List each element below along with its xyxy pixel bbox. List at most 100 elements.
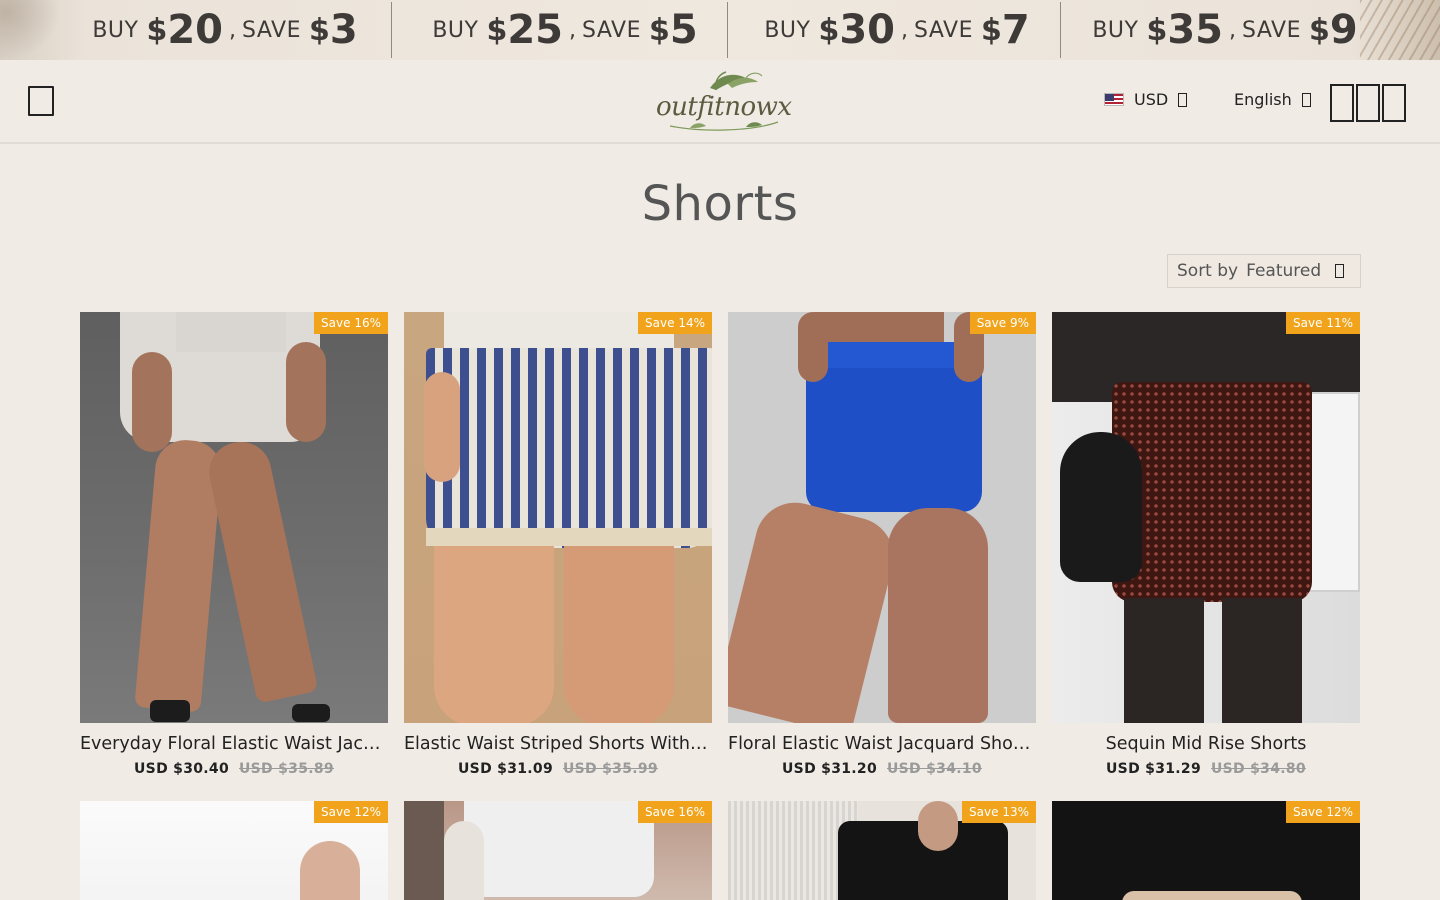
promo-currency: $ xyxy=(818,12,840,48)
leg-shape xyxy=(1222,598,1302,723)
product-image[interactable]: Save 11% xyxy=(1052,312,1360,723)
promo-save-amount: 3 xyxy=(329,7,358,53)
waistband-shape xyxy=(176,312,286,352)
promo-buy-text: BUY xyxy=(1092,17,1139,43)
shoe-shape xyxy=(292,704,330,722)
product-image[interactable]: Save 13% xyxy=(728,801,1036,900)
header-actions xyxy=(1330,84,1406,122)
sale-price: USD $31.29 xyxy=(1106,761,1201,777)
arm-shape xyxy=(300,841,360,900)
product-image[interactable]: Save 16% xyxy=(80,312,388,723)
banner-decoration xyxy=(0,0,60,60)
promo-save-text: SAVE xyxy=(242,17,301,43)
product-card[interactable]: Save 12% xyxy=(80,801,388,900)
promo-currency: $ xyxy=(1146,12,1168,48)
promo-offer-4: BUY $ 35 , SAVE $ 9 xyxy=(1072,0,1378,60)
chevron-down-icon xyxy=(1335,264,1345,278)
leg-shape xyxy=(434,546,554,723)
product-image[interactable]: Save 14% xyxy=(404,312,712,723)
product-card[interactable]: Save 14% Elastic Waist Striped Shorts Wi… xyxy=(404,312,712,777)
leg-shape xyxy=(888,508,988,723)
product-price: USD $31.29 USD $34.80 xyxy=(1052,761,1360,777)
promo-divider xyxy=(391,2,392,58)
original-price: USD $34.10 xyxy=(887,761,982,777)
language-label: English xyxy=(1234,90,1292,109)
product-title[interactable]: Elastic Waist Striped Shorts With Pocket… xyxy=(404,734,712,754)
arm-shape xyxy=(424,372,460,482)
product-card[interactable]: Save 9% Floral Elastic Waist Jacquard Sh… xyxy=(728,312,1036,777)
promo-save-text: SAVE xyxy=(1242,17,1301,43)
promo-save-text: SAVE xyxy=(914,17,973,43)
promo-comma: , xyxy=(1229,17,1236,43)
promo-comma: , xyxy=(229,17,236,43)
promo-buy-text: BUY xyxy=(92,17,139,43)
chevron-down-icon xyxy=(1301,92,1311,107)
promo-buy-text: BUY xyxy=(432,17,479,43)
original-price: USD $34.80 xyxy=(1211,761,1306,777)
page-title: Shorts xyxy=(641,176,799,232)
sale-price: USD $31.09 xyxy=(458,761,553,777)
search-icon[interactable] xyxy=(1330,84,1354,122)
hem-shape xyxy=(426,528,712,546)
discount-badge: Save 16% xyxy=(638,801,712,823)
language-selector[interactable]: English xyxy=(1234,90,1311,109)
sale-price: USD $30.40 xyxy=(134,761,229,777)
sequin-shorts-shape xyxy=(1112,382,1312,602)
sort-value: Featured xyxy=(1246,261,1322,281)
leg-shape xyxy=(1124,598,1204,723)
discount-badge: Save 12% xyxy=(314,801,388,823)
product-image[interactable]: Save 12% xyxy=(1052,801,1360,900)
site-header: outfitnowx USD English xyxy=(0,60,1440,144)
promo-banner[interactable]: BUY $ 20 , SAVE $ 3 BUY $ 25 , SAVE $ 5 … xyxy=(0,0,1440,60)
promo-comma: , xyxy=(901,17,908,43)
us-flag-icon xyxy=(1104,93,1124,106)
currency-label: USD xyxy=(1134,90,1169,109)
product-card[interactable]: Save 16% Everyday Floral Elastic Waist J… xyxy=(80,312,388,777)
promo-buy-amount: 20 xyxy=(167,7,223,53)
product-card[interactable]: Save 11% Sequin Mid Rise Shorts USD $31.… xyxy=(1052,312,1360,777)
promo-currency: $ xyxy=(1308,12,1330,48)
arm-shape xyxy=(132,352,172,452)
top-shape xyxy=(464,801,654,897)
leg-shape xyxy=(728,494,902,723)
arm-shape xyxy=(798,312,828,382)
product-card[interactable]: Save 16% xyxy=(404,801,712,900)
product-card[interactable]: Save 13% xyxy=(728,801,1036,900)
menu-icon[interactable] xyxy=(28,86,54,116)
product-price: USD $31.20 USD $34.10 xyxy=(728,761,1036,777)
torso-shape xyxy=(814,312,944,346)
discount-badge: Save 12% xyxy=(1286,801,1360,823)
product-title[interactable]: Sequin Mid Rise Shorts xyxy=(1052,734,1360,754)
product-card[interactable]: Save 12% xyxy=(1052,801,1360,900)
sale-price: USD $31.20 xyxy=(782,761,877,777)
product-title[interactable]: Floral Elastic Waist Jacquard Shorts xyxy=(728,734,1036,754)
product-image[interactable]: Save 16% xyxy=(404,801,712,900)
store-logo[interactable]: outfitnowx xyxy=(650,70,792,134)
handbag-shape xyxy=(1060,432,1142,582)
sort-dropdown[interactable]: Sort by Featured xyxy=(1167,254,1361,288)
cart-icon[interactable] xyxy=(1382,84,1406,122)
product-grid: Save 16% Everyday Floral Elastic Waist J… xyxy=(80,312,1360,900)
promo-buy-amount: 35 xyxy=(1167,7,1223,53)
bag-strap-shape xyxy=(444,821,484,900)
promo-divider xyxy=(1060,2,1061,58)
product-image[interactable]: Save 12% xyxy=(80,801,388,900)
promo-save-amount: 9 xyxy=(1329,7,1358,53)
original-price: USD $35.89 xyxy=(239,761,334,777)
arm-shape xyxy=(286,342,326,442)
product-price: USD $30.40 USD $35.89 xyxy=(80,761,388,777)
promo-buy-text: BUY xyxy=(764,17,811,43)
promo-currency: $ xyxy=(486,12,508,48)
discount-badge: Save 16% xyxy=(314,312,388,334)
product-title[interactable]: Everyday Floral Elastic Waist Jacquard S… xyxy=(80,734,388,754)
striped-shorts-shape xyxy=(426,348,712,548)
account-icon[interactable] xyxy=(1356,84,1380,122)
promo-save-amount: 7 xyxy=(1001,7,1030,53)
promo-currency: $ xyxy=(146,12,168,48)
product-image[interactable]: Save 9% xyxy=(728,312,1036,723)
leg-shape xyxy=(203,436,319,704)
product-price: USD $31.09 USD $35.99 xyxy=(404,761,712,777)
promo-save-text: SAVE xyxy=(582,17,641,43)
currency-selector[interactable]: USD xyxy=(1104,90,1188,109)
discount-badge: Save 13% xyxy=(962,801,1036,823)
